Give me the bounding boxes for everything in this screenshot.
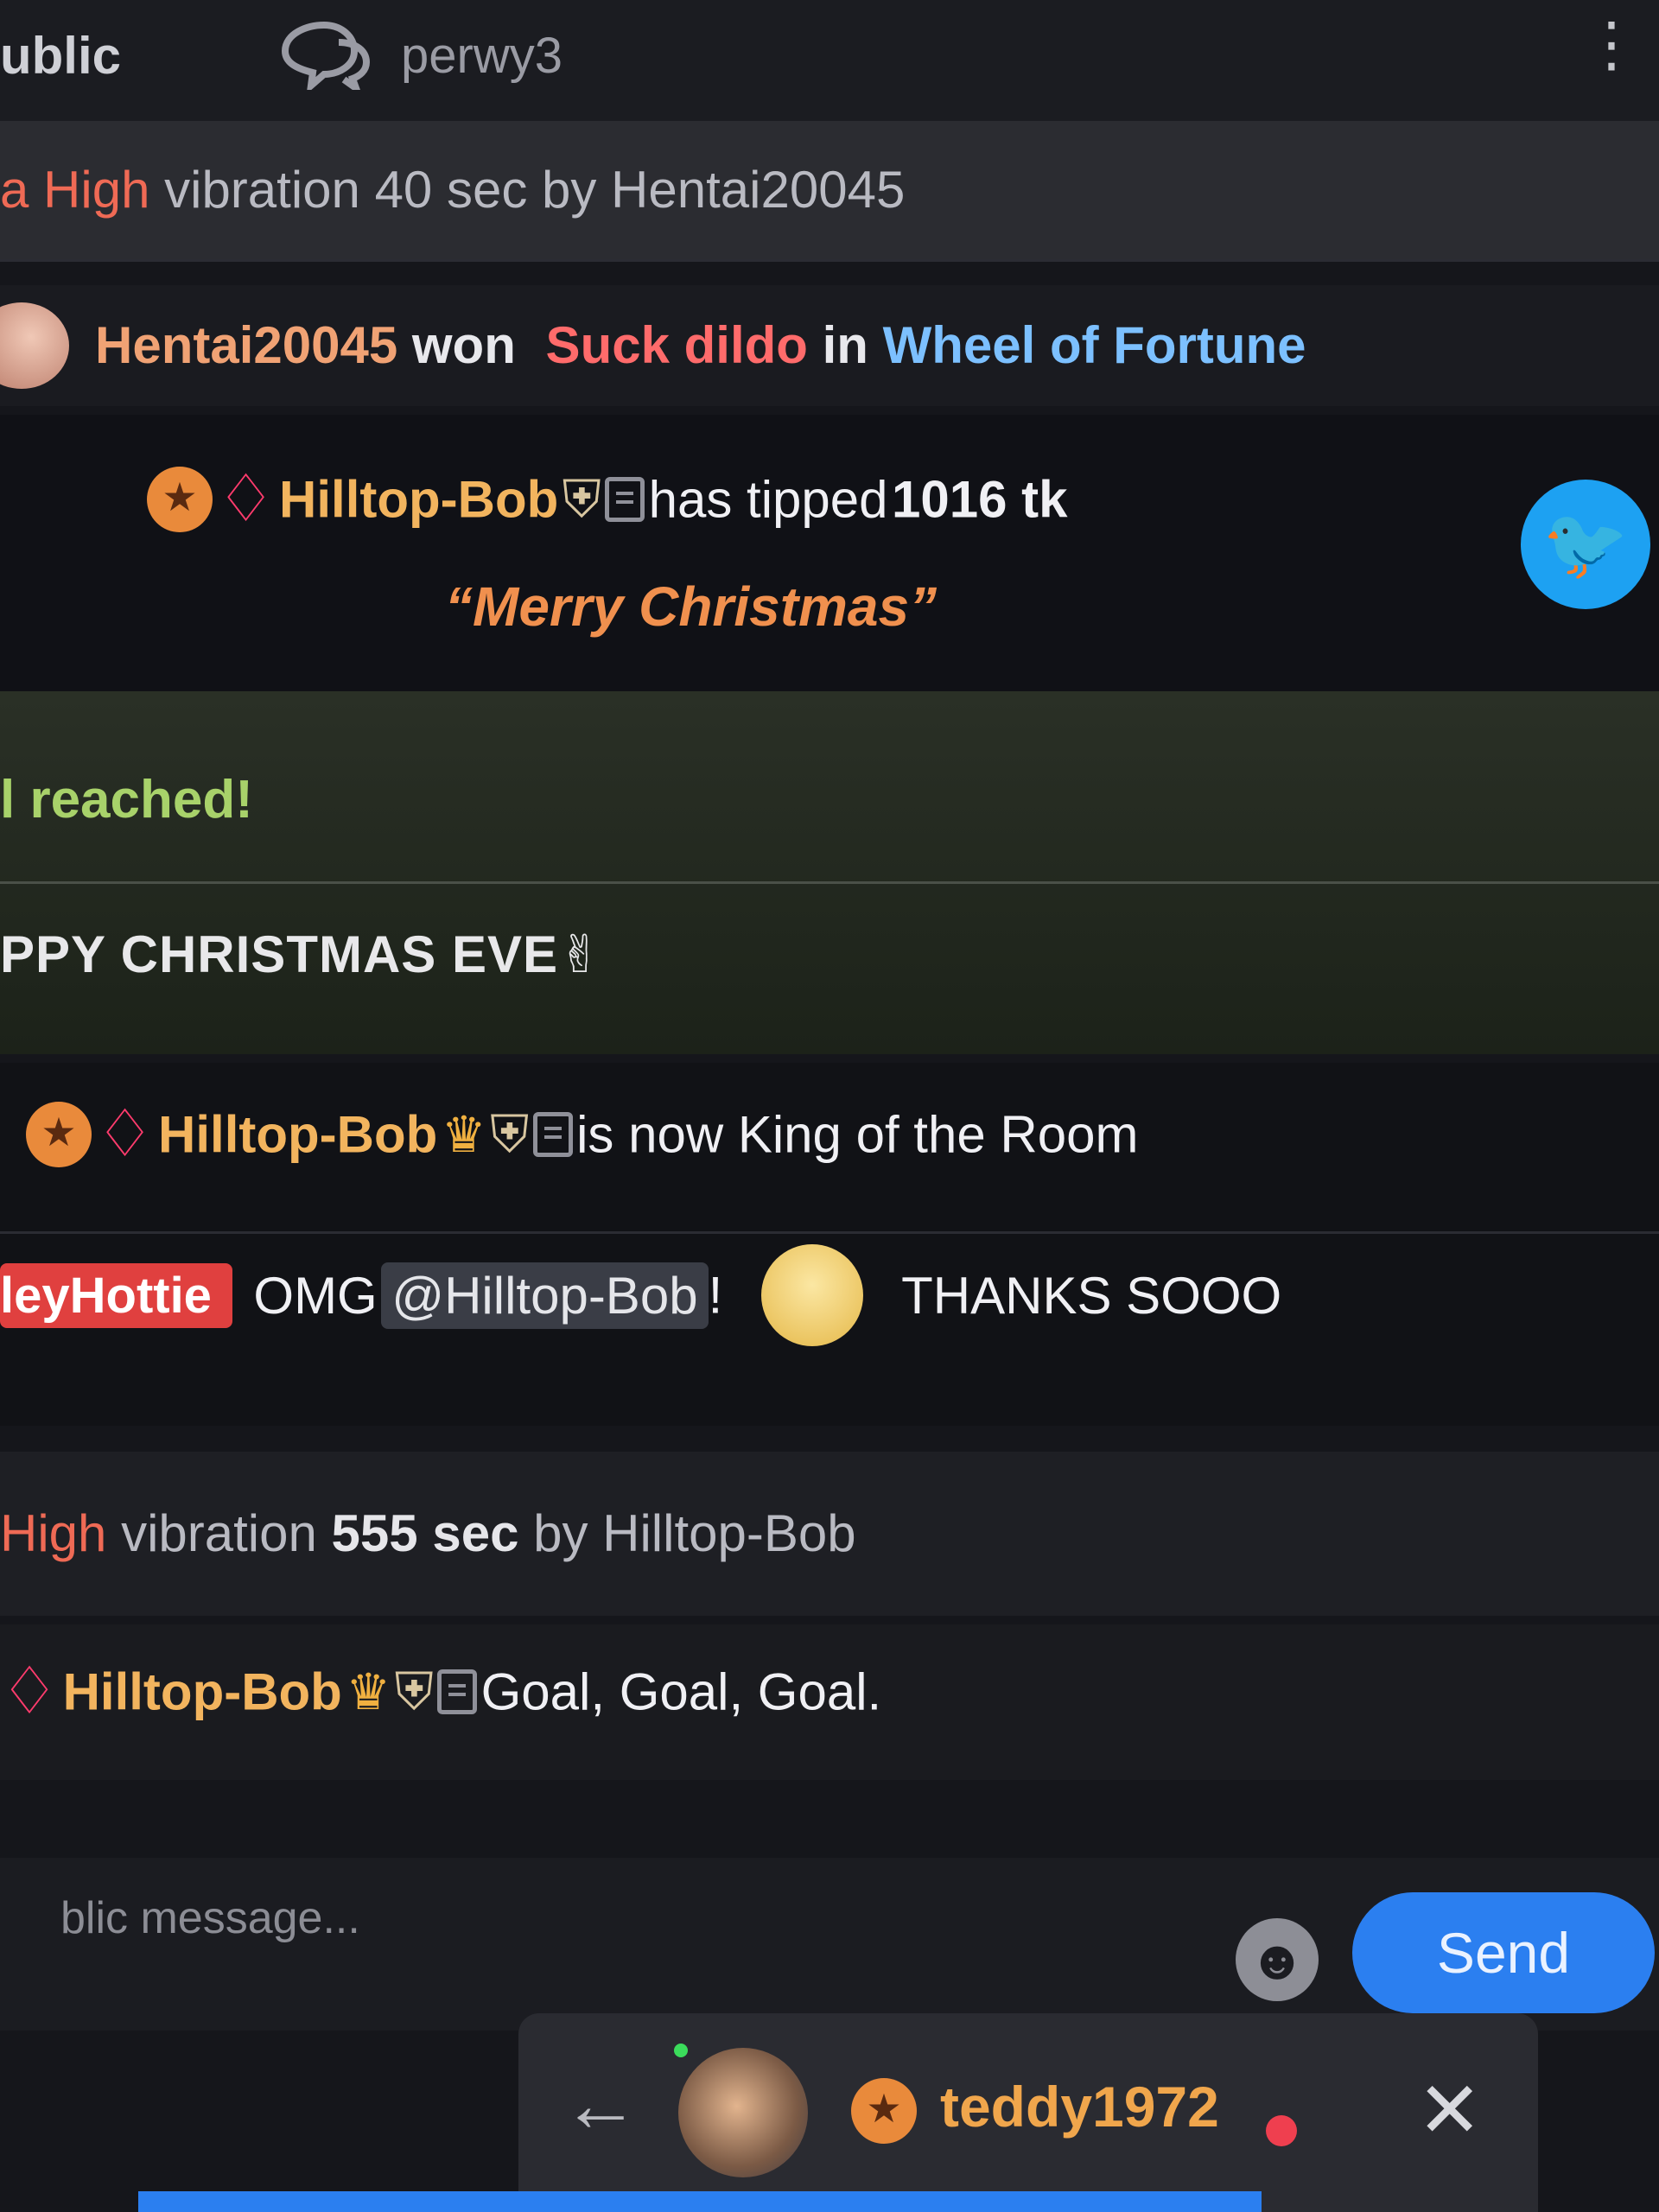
private-chat-dock: ← teddy1972 ✕ bbox=[518, 2013, 1538, 2212]
vibration-text: vibration 40 sec by Hentai20045 bbox=[164, 161, 906, 219]
shield-icon: ⛨ bbox=[490, 1105, 530, 1163]
message-composer: blic message... ☻ Send bbox=[0, 1858, 1659, 2031]
king-message: ♢ Hilltop-Bob ♛ ⛨ is now King of the Roo… bbox=[0, 1063, 1659, 1426]
tip-quote: “Merry Christmas” bbox=[445, 575, 938, 638]
king-text: is now King of the Room bbox=[576, 1105, 1139, 1164]
message-username[interactable]: leyHottie bbox=[0, 1262, 232, 1328]
christmas-text: PPY CHRISTMAS EVE bbox=[0, 925, 559, 983]
shield-icon: ⛨ bbox=[562, 470, 601, 528]
unread-dot bbox=[1266, 2115, 1297, 2146]
emoji-picker-icon[interactable]: ☻ bbox=[1236, 1918, 1319, 2001]
in-text: in bbox=[822, 316, 868, 374]
online-indicator bbox=[674, 2044, 688, 2057]
diamond-icon: ♢ bbox=[95, 1097, 155, 1171]
message-username[interactable]: Hentai20045 bbox=[95, 316, 397, 374]
note-icon bbox=[437, 1669, 478, 1714]
tip-amount: 1016 tk bbox=[891, 470, 1068, 529]
username-label: perwy3 bbox=[401, 27, 563, 84]
note-icon bbox=[605, 477, 645, 522]
chat-bubbles-icon bbox=[281, 21, 371, 90]
star-badge-icon bbox=[851, 2078, 917, 2144]
tip-message: ♢ Hilltop-Bob ⛨ has tipped 1016 tk “Merr… bbox=[0, 415, 1659, 691]
vibration-text: vibration bbox=[121, 1504, 317, 1562]
vibration-by: by Hilltop-Bob bbox=[533, 1504, 856, 1562]
star-badge-icon bbox=[26, 1102, 92, 1167]
message-input[interactable]: blic message... bbox=[60, 1892, 360, 1944]
message-username[interactable]: Hilltop-Bob bbox=[63, 1663, 342, 1721]
close-icon[interactable]: ✕ bbox=[1417, 2065, 1482, 2156]
progress-bar bbox=[138, 2191, 1262, 2212]
tip-text: has tipped bbox=[648, 470, 888, 529]
system-message-vibration: a High vibration 40 sec by Hentai20045 bbox=[0, 121, 1659, 259]
emoji-face-icon bbox=[760, 1244, 863, 1346]
system-message-vibration: High vibration 555 sec by Hilltop-Bob bbox=[0, 1452, 1659, 1616]
avatar[interactable] bbox=[678, 2048, 808, 2177]
send-button[interactable]: Send bbox=[1352, 1892, 1655, 2013]
win-text: won bbox=[411, 316, 516, 374]
diamond-icon: ♢ bbox=[0, 1655, 60, 1728]
hand-emoji-icon: ✌ bbox=[558, 925, 603, 983]
bang-text: ! bbox=[708, 1266, 723, 1325]
avatar[interactable] bbox=[0, 302, 69, 389]
vibration-duration: 555 sec bbox=[331, 1504, 519, 1562]
vibration-level: High bbox=[0, 1504, 107, 1562]
shield-icon: ⛨ bbox=[394, 1662, 434, 1720]
star-badge-icon bbox=[147, 467, 213, 532]
mention-tag[interactable]: @Hilltop-Bob bbox=[381, 1262, 709, 1329]
kebab-icon[interactable]: ⋮ bbox=[1581, 9, 1642, 79]
message-text: Goal, Goal, Goal. bbox=[480, 1662, 882, 1721]
back-arrow-icon[interactable]: ← bbox=[562, 2061, 639, 2150]
prize-text: Suck dildo bbox=[545, 316, 808, 374]
crown-icon: ♛ bbox=[346, 1664, 391, 1720]
crown-icon: ♛ bbox=[441, 1107, 486, 1163]
twitter-icon[interactable]: 🐦 bbox=[1521, 480, 1650, 609]
divider bbox=[0, 1231, 1659, 1234]
message-username[interactable]: Hilltop-Bob bbox=[279, 471, 558, 529]
divider bbox=[0, 881, 1659, 884]
chat-message: ♢ Hilltop-Bob ♛ ⛨ Goal, Goal, Goal. bbox=[0, 1624, 1659, 1780]
win-message: Hentai20045 won Suck dildo in Wheel of F… bbox=[0, 285, 1659, 406]
chat-header: ublic perwy3 ⋮ bbox=[0, 0, 1659, 121]
message-username[interactable]: Hilltop-Bob bbox=[158, 1106, 437, 1164]
dock-username[interactable]: teddy1972 bbox=[940, 2074, 1219, 2139]
vibration-level: a High bbox=[0, 161, 150, 219]
tab-public[interactable]: ublic bbox=[0, 26, 121, 86]
thanks-text-2: THANKS SOOO bbox=[901, 1266, 1282, 1325]
note-icon bbox=[532, 1112, 573, 1157]
goal-reached-text: l reached! bbox=[0, 770, 253, 830]
user-chip[interactable]: perwy3 bbox=[276, 21, 563, 90]
game-name[interactable]: Wheel of Fortune bbox=[883, 316, 1306, 374]
divider bbox=[0, 259, 1659, 262]
thanks-text: OMG bbox=[253, 1266, 378, 1325]
christmas-message: PPY CHRISTMAS EVE✌ bbox=[0, 925, 602, 985]
goal-message-block: l reached! PPY CHRISTMAS EVE✌ bbox=[0, 691, 1659, 1054]
diamond-icon: ♢ bbox=[216, 462, 276, 536]
